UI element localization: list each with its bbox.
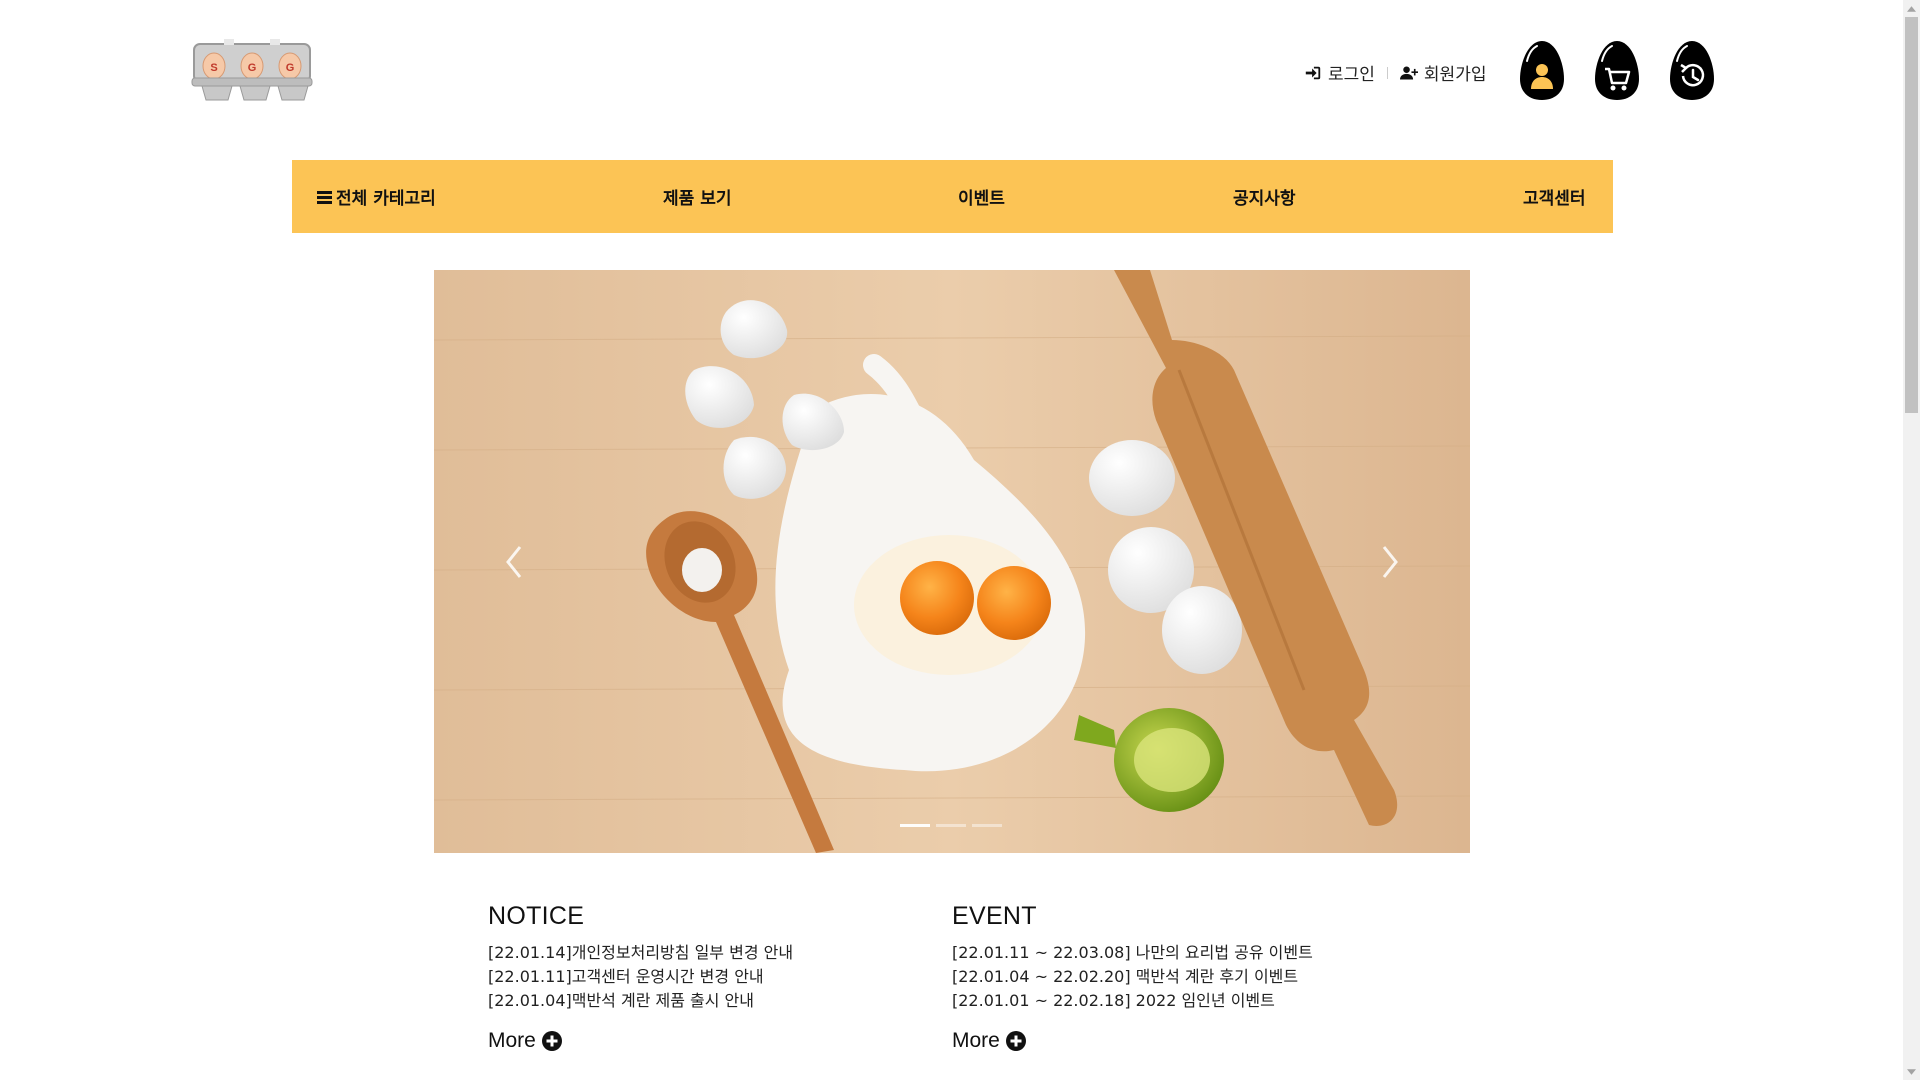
- plus-circle-icon: [541, 1031, 562, 1051]
- logo-letter: G: [286, 62, 295, 74]
- event-item[interactable]: [22.01.11 ~ 22.03.08] 나만의 요리법 공유 이벤트: [952, 941, 1372, 965]
- cart-button[interactable]: [1593, 39, 1641, 101]
- site-logo[interactable]: S G G: [190, 38, 314, 102]
- logo-letter: G: [248, 62, 257, 74]
- logo-letter: S: [210, 62, 217, 74]
- nav-all-categories-label: 전체 카테고리: [336, 189, 436, 209]
- menu-bars-icon: [317, 190, 332, 204]
- page-scrollbar[interactable]: [1903, 0, 1920, 1080]
- nav-item-events[interactable]: 이벤트: [958, 160, 1005, 233]
- carousel-indicator[interactable]: [936, 824, 966, 827]
- event-item[interactable]: [22.01.04 ~ 22.02.20] 맥반석 계란 후기 이벤트: [952, 965, 1372, 989]
- event-title: EVENT: [952, 902, 1037, 930]
- notice-more-link[interactable]: More: [488, 1029, 908, 1053]
- scroll-up-button[interactable]: [1903, 0, 1920, 17]
- carousel-indicators: [900, 824, 1002, 827]
- main-nav: 전체 카테고리 제품 보기 이벤트 공지사항 고객센터: [292, 160, 1613, 233]
- caret-up-icon: [1907, 5, 1916, 12]
- notice-item[interactable]: [22.01.11]고객센터 운영시간 변경 안내: [488, 965, 908, 989]
- scroll-thumb[interactable]: [1905, 17, 1918, 413]
- main-carousel[interactable]: [434, 270, 1470, 853]
- event-board: EVENT [22.01.11 ~ 22.03.08] 나만의 요리법 공유 이…: [952, 902, 1372, 1053]
- login-link[interactable]: 로그인: [1304, 60, 1375, 85]
- signup-link[interactable]: 회원가입: [1399, 60, 1487, 85]
- sign-in-icon: [1305, 66, 1321, 79]
- recent-view-button[interactable]: [1668, 39, 1716, 101]
- plus-circle-icon: [1005, 1031, 1026, 1051]
- event-item[interactable]: [22.01.01 ~ 22.02.18] 2022 임인년 이벤트: [952, 989, 1372, 1013]
- user-plus-icon: [1399, 65, 1418, 80]
- cart-egg-icon: [1595, 41, 1639, 100]
- mypage-egg-icon: [1520, 41, 1564, 100]
- caret-down-icon: [1907, 1068, 1916, 1075]
- mypage-button[interactable]: [1518, 39, 1566, 101]
- nav-all-categories[interactable]: 전체 카테고리: [317, 160, 436, 233]
- carousel-prev-button[interactable]: [494, 532, 534, 592]
- carousel-next-button[interactable]: [1370, 532, 1410, 592]
- login-label: 로그인: [1328, 65, 1375, 85]
- scroll-down-button[interactable]: [1903, 1063, 1920, 1080]
- notice-list: [22.01.14]개인정보처리방침 일부 변경 안내 [22.01.11]고객…: [488, 941, 908, 1013]
- notice-item[interactable]: [22.01.04]맥반석 계란 제품 출시 안내: [488, 989, 908, 1013]
- notice-more-label: More: [488, 1029, 536, 1052]
- event-more-link[interactable]: More: [952, 1029, 1372, 1053]
- notice-title: NOTICE: [488, 902, 585, 930]
- carousel-indicator[interactable]: [972, 824, 1002, 827]
- nav-item-notices[interactable]: 공지사항: [1233, 160, 1296, 233]
- notice-board: NOTICE [22.01.14]개인정보처리방침 일부 변경 안내 [22.0…: [488, 902, 908, 1053]
- link-divider: [1386, 66, 1388, 79]
- egg-carton-logo-icon: S G G: [191, 39, 313, 101]
- nav-item-products[interactable]: 제품 보기: [663, 160, 731, 233]
- chevron-left-icon: [506, 546, 522, 578]
- baking-ingredients-image: [434, 270, 1470, 853]
- nav-item-customer-center[interactable]: 고객센터: [1523, 160, 1586, 233]
- account-links: 로그인 회원가입: [1304, 60, 1486, 85]
- event-more-label: More: [952, 1029, 1000, 1052]
- chevron-right-icon: [1382, 546, 1398, 578]
- recent-egg-icon: [1670, 41, 1714, 100]
- carousel-indicator[interactable]: [900, 824, 930, 827]
- event-list: [22.01.11 ~ 22.03.08] 나만의 요리법 공유 이벤트 [22…: [952, 941, 1372, 1013]
- notice-item[interactable]: [22.01.14]개인정보처리방침 일부 변경 안내: [488, 941, 908, 965]
- signup-label: 회원가입: [1423, 65, 1487, 85]
